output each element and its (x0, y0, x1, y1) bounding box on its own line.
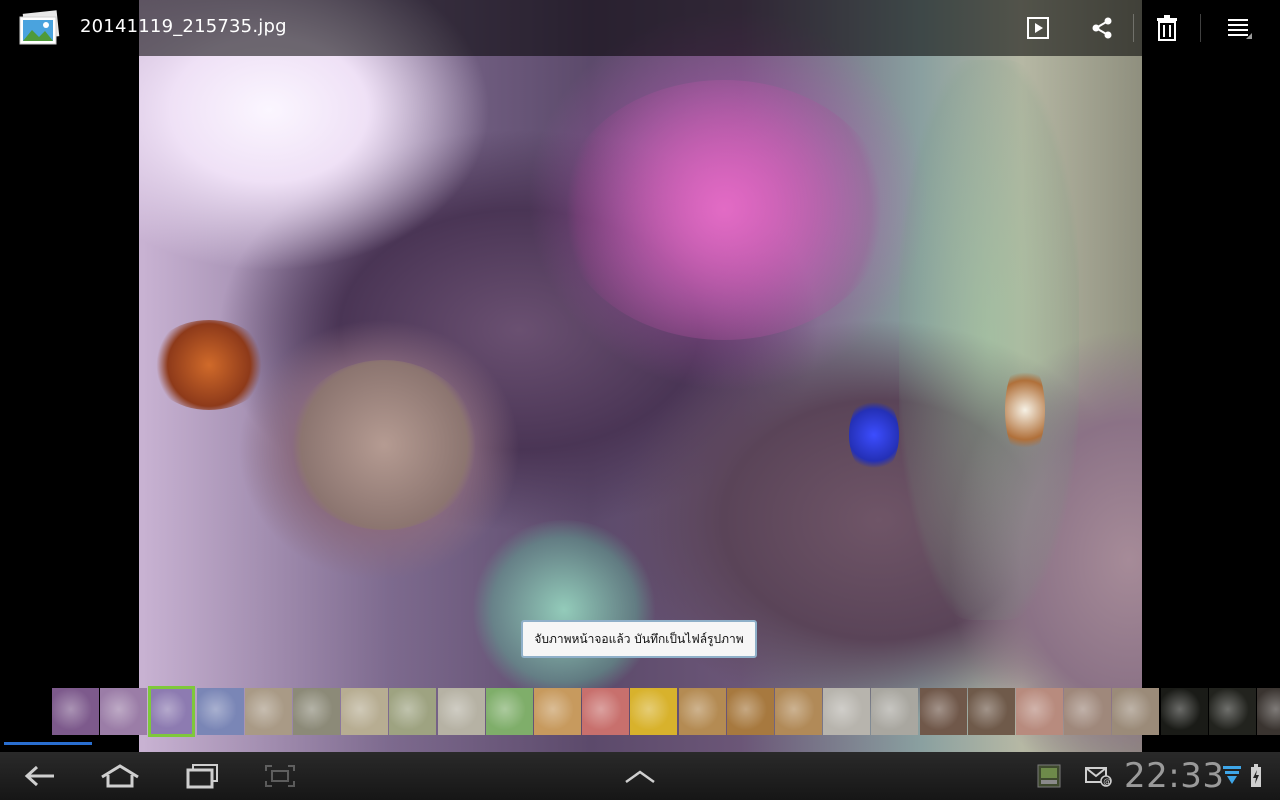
filmstrip-thumbnail[interactable] (244, 688, 292, 735)
filmstrip-thumbnail[interactable] (919, 688, 967, 735)
filmstrip-thumbnail[interactable] (1257, 688, 1280, 735)
filmstrip-thumbnail[interactable] (871, 688, 919, 735)
screenshot-button[interactable] (256, 758, 304, 794)
filmstrip-thumbnail[interactable] (1160, 688, 1208, 735)
filmstrip-thumbnail[interactable] (534, 688, 581, 735)
filmstrip-thumbnail[interactable] (485, 688, 533, 735)
filmstrip-thumbnail[interactable] (1208, 688, 1256, 735)
filmstrip-thumbnail[interactable] (293, 688, 340, 735)
share-button[interactable] (1082, 8, 1122, 48)
blue-fish (849, 395, 899, 475)
filmstrip-thumbnail[interactable] (630, 688, 678, 735)
file-title: 20141119_215735.jpg (80, 16, 287, 37)
screenshot-toast: จับภาพหน้าจอแล้ว บันทึกเป็นไฟล์รูปภาพ (521, 620, 757, 658)
action-bar: 20141119_215735.jpg (0, 0, 1280, 56)
filmstrip-thumbnail[interactable] (437, 688, 485, 735)
slideshow-button[interactable] (1018, 8, 1058, 48)
gallery-app-icon[interactable] (18, 10, 62, 46)
filmstrip-thumbnail[interactable] (775, 688, 822, 735)
clock: 22:33 (1124, 756, 1225, 796)
home-icon (101, 764, 139, 788)
green-plant (899, 60, 1079, 620)
screenshot-icon (265, 765, 295, 787)
filmstrip-thumbnail[interactable] (341, 688, 389, 735)
delete-button[interactable] (1147, 8, 1187, 48)
filmstrip-thumbnail[interactable] (582, 688, 630, 735)
filmstrip-thumbnail[interactable] (967, 688, 1015, 735)
succulent-plant (469, 520, 659, 700)
overflow-menu-icon (1228, 19, 1252, 39)
home-button[interactable] (96, 758, 144, 794)
play-icon (1027, 17, 1049, 39)
filmstrip-thumbnail[interactable] (678, 688, 726, 735)
back-icon (24, 765, 54, 787)
filmstrip-thumbnail[interactable] (389, 688, 437, 735)
clownfish (1005, 360, 1045, 460)
filmstrip-thumbnail[interactable] (1016, 688, 1063, 735)
filmstrip-thumbnail[interactable] (196, 688, 244, 735)
toast-text: จับภาพหน้าจอแล้ว บันทึกเป็นไฟล์รูปภาพ (534, 631, 744, 646)
gallery-notification-icon[interactable] (1037, 764, 1061, 792)
orange-fish (149, 320, 269, 410)
battery-icon (1250, 764, 1262, 792)
recents-button[interactable] (178, 758, 226, 794)
pink-plant (559, 80, 889, 340)
filmstrip-thumbnail[interactable] (52, 688, 99, 735)
coral (289, 360, 479, 530)
filmstrip-scroll-indicator (4, 742, 92, 745)
wifi-icon (1222, 764, 1242, 790)
filmstrip-thumbnail[interactable] (726, 688, 774, 735)
divider (1200, 14, 1201, 42)
svg-text:@: @ (1103, 777, 1111, 786)
filmstrip-thumbnail[interactable] (1064, 688, 1112, 735)
filmstrip-thumbnail[interactable] (823, 688, 871, 735)
filmstrip-thumbnail[interactable] (1112, 688, 1160, 735)
trash-icon (1157, 15, 1177, 41)
filmstrip-thumbnail[interactable] (148, 686, 196, 737)
share-icon (1092, 17, 1112, 39)
expand-button[interactable] (616, 758, 664, 794)
email-icon[interactable]: @ (1085, 764, 1113, 792)
filmstrip[interactable] (0, 686, 1280, 738)
overflow-menu-button[interactable] (1220, 8, 1260, 48)
recents-icon (186, 764, 218, 789)
back-button[interactable] (16, 758, 64, 794)
chevron-up-icon (625, 770, 655, 784)
filmstrip-thumbnail[interactable] (100, 688, 148, 735)
divider (1133, 14, 1134, 42)
